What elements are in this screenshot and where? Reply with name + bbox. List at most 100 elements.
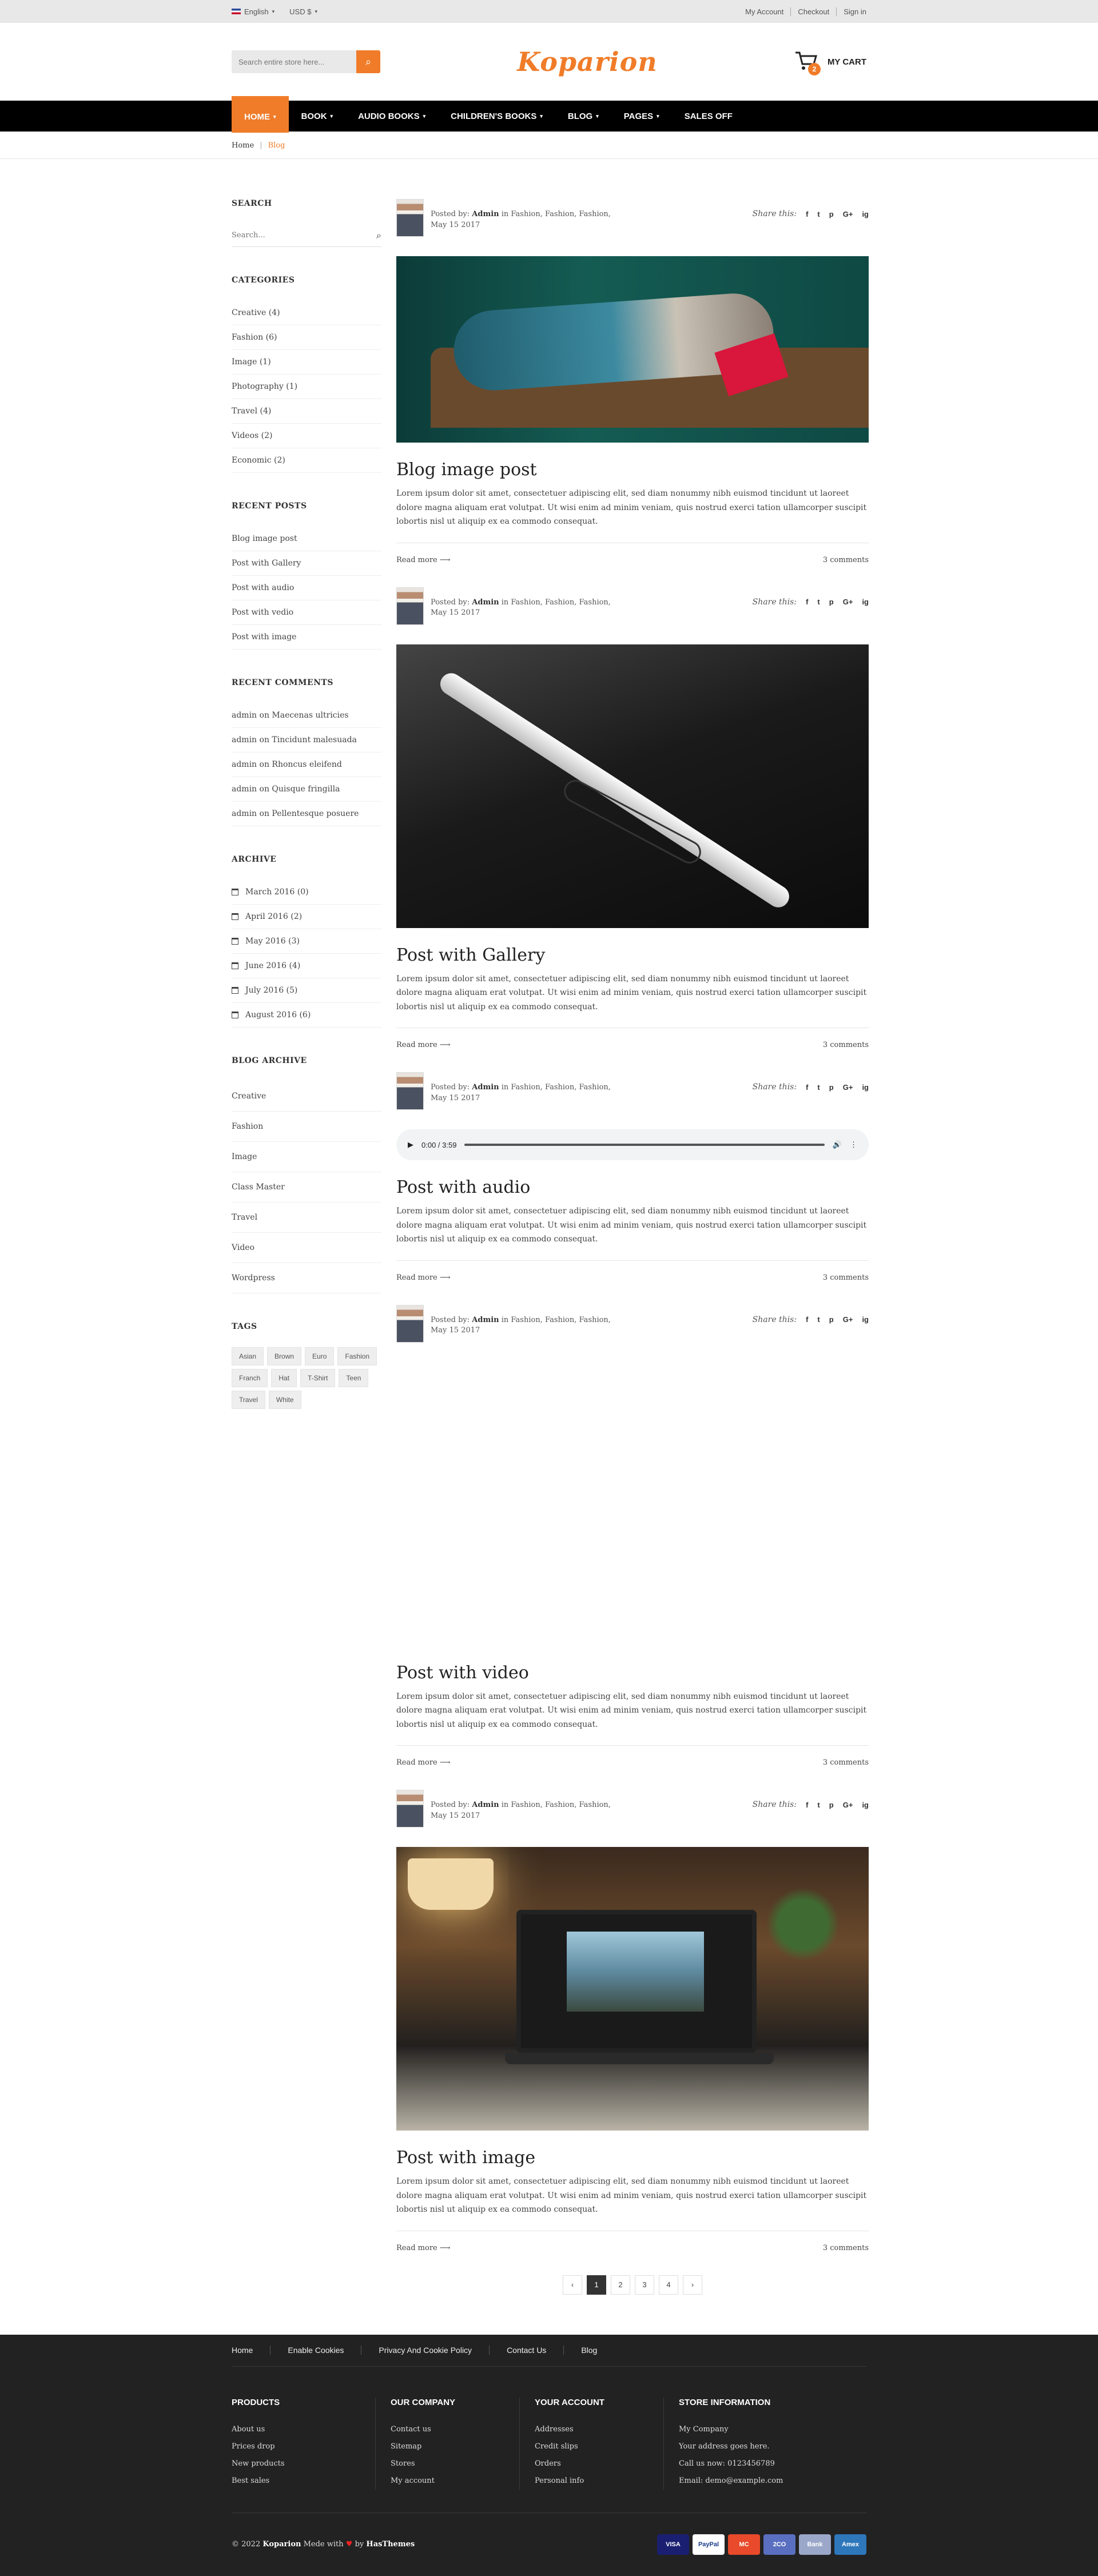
blog-archive-link[interactable]: Image (232, 1142, 381, 1172)
page-1[interactable]: 1 (587, 2275, 606, 2295)
next-page-button[interactable]: › (683, 2275, 702, 2295)
blog-archive-link[interactable]: Travel (232, 1203, 381, 1233)
category-link[interactable]: Fashion (6) (232, 325, 381, 350)
post-video-embed[interactable] (396, 1362, 869, 1646)
facebook-icon[interactable]: f (806, 1083, 808, 1092)
comments-count[interactable]: 3 comments (823, 1041, 869, 1049)
nav-sales-off[interactable]: SALES OFF (672, 101, 745, 132)
tag-link[interactable]: T-Shirt (300, 1369, 336, 1387)
currency-selector[interactable]: USD $ ▾ (289, 7, 317, 16)
archive-link[interactable]: May 2016 (3) (232, 929, 381, 954)
nav-home[interactable]: HOME ▾ (232, 96, 289, 133)
checkout-link[interactable]: Checkout (791, 7, 837, 16)
recent-comment-link[interactable]: admin on Tincidunt malesuada (232, 728, 381, 753)
post-title[interactable]: Blog image post (396, 460, 869, 480)
footer-link[interactable]: New products (232, 2455, 375, 2473)
tag-link[interactable]: Travel (232, 1391, 265, 1409)
pinterest-icon[interactable]: p (829, 598, 834, 606)
archive-link[interactable]: July 2016 (5) (232, 978, 381, 1003)
blog-archive-link[interactable]: Creative (232, 1081, 381, 1112)
tag-link[interactable]: Fashion (337, 1347, 377, 1365)
footer-link[interactable]: Best sales (232, 2473, 375, 2490)
post-gallery-image[interactable] (396, 644, 869, 928)
category-link[interactable]: Travel (4) (232, 399, 381, 424)
sign-in-link[interactable]: Sign in (837, 7, 866, 16)
tag-link[interactable]: Teen (339, 1369, 369, 1387)
archive-link[interactable]: March 2016 (0) (232, 880, 381, 905)
comments-count[interactable]: 3 comments (823, 2244, 869, 2252)
pinterest-icon[interactable]: p (829, 1801, 834, 1809)
tag-link[interactable]: White (268, 1391, 301, 1409)
footer-link[interactable]: Sitemap (391, 2438, 519, 2455)
read-more-link[interactable]: Read more ⟶ (396, 1273, 451, 1282)
recent-comment-link[interactable]: admin on Maecenas ultricies (232, 703, 381, 728)
my-account-link[interactable]: My Account (738, 7, 791, 16)
category-link[interactable]: Videos (2) (232, 424, 381, 448)
recent-post-link[interactable]: Post with vedio (232, 600, 381, 625)
blog-archive-link[interactable]: Fashion (232, 1112, 381, 1142)
google-plus-icon[interactable]: G+ (843, 1083, 853, 1092)
blog-archive-link[interactable]: Video (232, 1233, 381, 1263)
more-options-icon[interactable]: ⋮ (850, 1140, 857, 1149)
comments-count[interactable]: 3 comments (823, 556, 869, 564)
footer-link[interactable]: Addresses (535, 2421, 663, 2438)
audio-progress-bar[interactable] (464, 1144, 825, 1146)
store-email[interactable]: Email: demo@example.com (679, 2473, 808, 2490)
volume-icon[interactable]: 🔊 (833, 1140, 842, 1149)
read-more-link[interactable]: Read more ⟶ (396, 1041, 451, 1049)
google-plus-icon[interactable]: G+ (843, 598, 853, 606)
footer-link[interactable]: My account (391, 2473, 519, 2490)
footer-link[interactable]: About us (232, 2421, 375, 2438)
footer-link[interactable]: Privacy And Cookie Policy (361, 2346, 490, 2355)
category-link[interactable]: Creative (4) (232, 301, 381, 325)
recent-post-link[interactable]: Post with image (232, 625, 381, 650)
facebook-icon[interactable]: f (806, 1315, 808, 1324)
twitter-icon[interactable]: t (817, 1801, 819, 1809)
tag-link[interactable]: Hat (271, 1369, 297, 1387)
sidebar-search-input[interactable] (232, 231, 377, 240)
footer-link[interactable]: Enable Cookies (270, 2346, 362, 2355)
pinterest-icon[interactable]: p (829, 1083, 834, 1092)
mini-cart[interactable]: 2 MY CART (794, 50, 866, 75)
nav-audio-books[interactable]: AUDIO BOOKS ▾ (345, 101, 438, 132)
archive-link[interactable]: June 2016 (4) (232, 954, 381, 978)
page-3[interactable]: 3 (635, 2275, 654, 2295)
read-more-link[interactable]: Read more ⟶ (396, 556, 451, 564)
post-image[interactable] (396, 256, 869, 443)
footer-link[interactable]: Blog (564, 2346, 614, 2355)
nav-blog[interactable]: BLOG ▾ (555, 101, 611, 132)
recent-comment-link[interactable]: admin on Quisque fringilla (232, 777, 381, 802)
post-title[interactable]: Post with audio (396, 1177, 869, 1197)
twitter-icon[interactable]: t (817, 1315, 819, 1324)
nav-pages[interactable]: PAGES ▾ (611, 101, 672, 132)
header-search-input[interactable] (232, 50, 356, 73)
google-plus-icon[interactable]: G+ (843, 1801, 853, 1809)
instagram-icon[interactable]: ig (862, 1315, 869, 1324)
read-more-link[interactable]: Read more ⟶ (396, 2244, 451, 2252)
blog-archive-link[interactable]: Wordpress (232, 1263, 381, 1293)
tag-link[interactable]: Franch (232, 1369, 268, 1387)
twitter-icon[interactable]: t (817, 210, 819, 218)
read-more-link[interactable]: Read more ⟶ (396, 1758, 451, 1767)
recent-comment-link[interactable]: admin on Rhoncus eleifend (232, 753, 381, 777)
archive-link[interactable]: August 2016 (6) (232, 1003, 381, 1028)
google-plus-icon[interactable]: G+ (843, 210, 853, 218)
twitter-icon[interactable]: t (817, 1083, 819, 1092)
recent-post-link[interactable]: Post with Gallery (232, 551, 381, 576)
footer-link[interactable]: Personal info (535, 2473, 663, 2490)
facebook-icon[interactable]: f (806, 210, 808, 218)
comments-count[interactable]: 3 comments (823, 1758, 869, 1767)
post-image[interactable] (396, 1847, 869, 2131)
recent-post-link[interactable]: Post with audio (232, 576, 381, 600)
category-link[interactable]: Image (1) (232, 350, 381, 375)
post-title[interactable]: Post with Gallery (396, 945, 869, 965)
footer-link[interactable]: Contact Us (490, 2346, 564, 2355)
archive-link[interactable]: April 2016 (2) (232, 905, 381, 929)
instagram-icon[interactable]: ig (862, 1801, 869, 1809)
comments-count[interactable]: 3 comments (823, 1273, 869, 1282)
instagram-icon[interactable]: ig (862, 598, 869, 606)
footer-link[interactable]: Orders (535, 2455, 663, 2473)
nav-childrens-books[interactable]: CHILDREN'S BOOKS ▾ (438, 101, 555, 132)
footer-link[interactable]: Home (232, 2346, 271, 2355)
google-plus-icon[interactable]: G+ (843, 1315, 853, 1324)
